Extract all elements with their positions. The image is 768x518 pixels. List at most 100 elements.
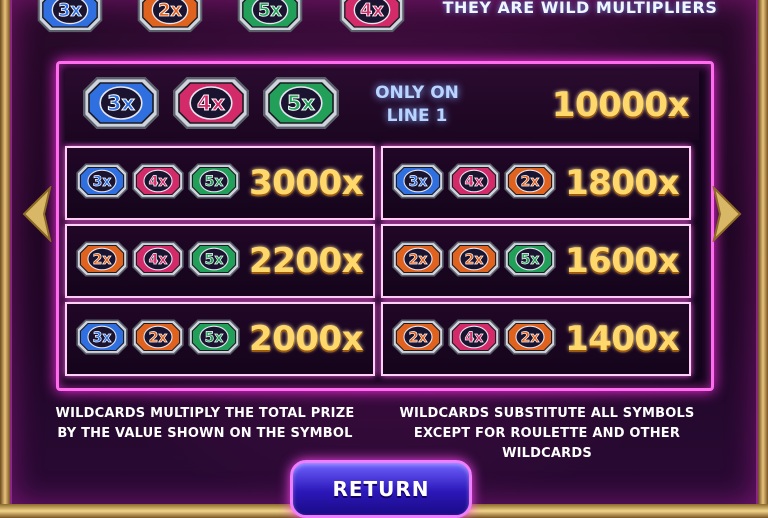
multiplier-chip-3x-icon: 3x xyxy=(76,319,128,355)
chip-multiplier-label: 3x xyxy=(107,91,135,115)
combo-chip: 5x xyxy=(187,160,241,206)
chip-multiplier-label: 5x xyxy=(258,1,282,21)
chip-multiplier-label: 4x xyxy=(360,1,384,21)
combo-cell: 2x 4x 5x 2200x xyxy=(65,224,375,298)
combo-chip: 2x xyxy=(391,316,445,362)
combo-chip: 4x xyxy=(447,316,501,362)
top-combo-chip: 5x xyxy=(261,72,341,138)
combo-chip: 3x xyxy=(391,160,445,206)
caption-left-line1: WILDCARDS MULTIPLY THE TOTAL PRIZE xyxy=(55,406,355,421)
combo-chip: 2x xyxy=(503,160,557,206)
chip-multiplier-label: 5x xyxy=(205,252,224,268)
combo-chip: 2x xyxy=(447,238,501,284)
combo-chip: 4x xyxy=(131,238,185,284)
multiplier-chip-4x-icon: 4x xyxy=(173,77,249,129)
combo-prize: 1600x xyxy=(564,241,680,281)
combo-cell: 2x 4x 2x 1400x xyxy=(381,302,691,376)
chip-multiplier-label: 4x xyxy=(149,252,168,268)
combo-chip: 3x xyxy=(75,316,129,362)
note-line-2: LINE 1 xyxy=(386,106,448,126)
caption-left: WILDCARDS MULTIPLY THE TOTAL PRIZE BY TH… xyxy=(40,404,370,444)
combo-prize: 2200x xyxy=(248,241,364,281)
multiplier-chip-2x-icon: 2x xyxy=(76,241,128,277)
header-text: THEY ARE WILD MULTIPLIERS xyxy=(442,0,718,17)
prev-page-button[interactable] xyxy=(18,184,54,244)
combo-chip: 2x xyxy=(131,316,185,362)
multiplier-chip-4x-icon: 4x xyxy=(339,0,405,33)
multiplier-chip-4x-icon: 4x xyxy=(132,163,184,199)
combo-chip: 5x xyxy=(503,238,557,284)
chip-multiplier-label: 4x xyxy=(149,174,168,190)
multiplier-chip-5x-icon: 5x xyxy=(504,241,556,277)
multiplier-chip-2x-icon: 2x xyxy=(392,241,444,277)
combo-prize: 2000x xyxy=(248,319,364,359)
caption-right-line2: EXCEPT FOR ROULETTE AND OTHER xyxy=(413,426,681,441)
chip-multiplier-label: 2x xyxy=(521,330,540,346)
combo-cell: 3x 4x 2x 1800x xyxy=(381,146,691,220)
multiplier-chip-2x-icon: 2x xyxy=(137,0,203,33)
combo-chip: 5x xyxy=(187,238,241,284)
header-chip: 5x xyxy=(236,0,304,33)
next-page-button[interactable] xyxy=(710,184,746,244)
gold-frame-right xyxy=(758,0,768,518)
multiplier-chip-5x-icon: 5x xyxy=(188,319,240,355)
return-button[interactable]: RETURN xyxy=(290,460,472,518)
combo-prize: 1400x xyxy=(564,319,680,359)
chip-multiplier-label: 2x xyxy=(521,174,540,190)
chip-multiplier-label: 5x xyxy=(205,330,224,346)
combo-cell: 3x 4x 5x 3000x xyxy=(65,146,375,220)
combo-chip: 5x xyxy=(187,316,241,362)
multiplier-chip-2x-icon: 2x xyxy=(504,319,556,355)
caption-right-line1: WILDCARDS SUBSTITUTE ALL SYMBOLS xyxy=(399,406,695,421)
note-line-1: ONLY ON xyxy=(375,83,459,103)
header-chip: 4x xyxy=(338,0,406,33)
top-combo-row: 3x 4x 5x ONLY ON LINE 1 10000x xyxy=(65,70,699,140)
chevron-left-icon xyxy=(22,184,52,244)
multiplier-chip-3x-icon: 3x xyxy=(83,77,159,129)
multiplier-chip-4x-icon: 4x xyxy=(132,241,184,277)
combo-cell: 3x 2x 5x 2000x xyxy=(65,302,375,376)
combo-chip: 2x xyxy=(391,238,445,284)
chevron-right-icon xyxy=(712,184,742,244)
multiplier-chip-2x-icon: 2x xyxy=(392,319,444,355)
header-chip: 3x xyxy=(36,0,104,33)
chip-multiplier-label: 2x xyxy=(409,330,428,346)
combo-chip: 4x xyxy=(447,160,501,206)
multiplier-chip-4x-icon: 4x xyxy=(448,319,500,355)
multiplier-chip-3x-icon: 3x xyxy=(37,0,103,33)
chip-multiplier-label: 2x xyxy=(158,1,182,21)
chip-multiplier-label: 2x xyxy=(93,252,112,268)
chip-multiplier-label: 3x xyxy=(409,174,428,190)
multiplier-chip-2x-icon: 2x xyxy=(504,163,556,199)
top-combo-chip: 4x xyxy=(171,72,251,138)
combo-chip: 3x xyxy=(75,160,129,206)
multiplier-chip-4x-icon: 4x xyxy=(448,163,500,199)
combo-cell: 2x 2x 5x 1600x xyxy=(381,224,691,298)
chip-multiplier-label: 4x xyxy=(465,330,484,346)
multiplier-chip-5x-icon: 5x xyxy=(188,241,240,277)
multiplier-chip-5x-icon: 5x xyxy=(188,163,240,199)
combo-chip: 4x xyxy=(131,160,185,206)
caption-right: WILDCARDS SUBSTITUTE ALL SYMBOLS EXCEPT … xyxy=(392,404,702,464)
combo-prize: 3000x xyxy=(248,163,364,203)
multiplier-chip-2x-icon: 2x xyxy=(132,319,184,355)
multiplier-chip-2x-icon: 2x xyxy=(448,241,500,277)
header-chip: 2x xyxy=(136,0,204,33)
caption-left-line2: BY THE VALUE SHOWN ON THE SYMBOL xyxy=(57,426,353,441)
chip-multiplier-label: 5x xyxy=(521,252,540,268)
chip-multiplier-label: 2x xyxy=(409,252,428,268)
combo-chip: 2x xyxy=(503,316,557,362)
multiplier-chip-3x-icon: 3x xyxy=(76,163,128,199)
chip-multiplier-label: 2x xyxy=(149,330,168,346)
chip-multiplier-label: 2x xyxy=(465,252,484,268)
combo-prize: 1800x xyxy=(564,163,680,203)
chip-multiplier-label: 4x xyxy=(197,91,225,115)
chip-multiplier-label: 4x xyxy=(465,174,484,190)
combo-chip: 2x xyxy=(75,238,129,284)
chip-multiplier-label: 3x xyxy=(58,1,82,21)
gold-frame-left xyxy=(0,0,10,518)
chip-multiplier-label: 3x xyxy=(93,174,112,190)
top-combo-chip: 3x xyxy=(81,72,161,138)
paytable-panel: 3x 4x 5x ONLY ON LINE 1 10000x 3x 4x 5x 3000x… xyxy=(56,61,714,391)
only-on-line-note: ONLY ON LINE 1 xyxy=(357,82,477,128)
